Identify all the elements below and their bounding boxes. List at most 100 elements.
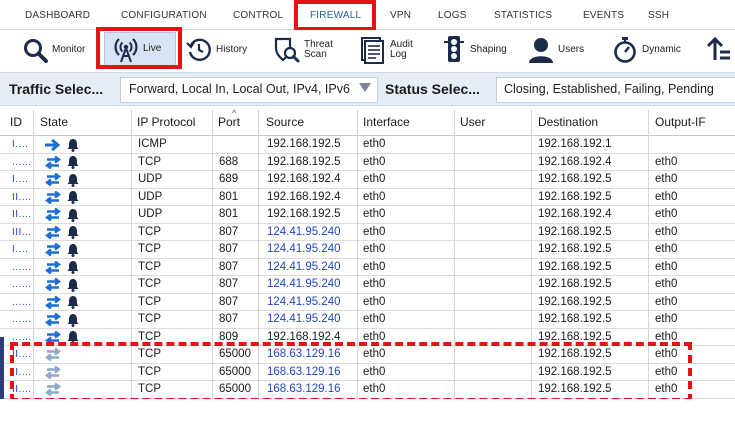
cell-destination: 192.168.192.5 <box>538 190 612 203</box>
cell-id[interactable]: ...... <box>12 260 32 275</box>
table-row[interactable]: ...... TCP 807 124.41.95.240 eth0 192.168.192… <box>0 276 735 294</box>
traffic-selector-value: Forward, Local In, Local Out, IPv4, IPv6 <box>129 82 350 96</box>
cell-source: 192.168.192.5 <box>267 208 341 220</box>
cell-id[interactable]: ...... <box>12 155 32 170</box>
tab-events[interactable]: EVENTS <box>583 0 624 30</box>
table-row[interactable]: ...... TCP 807 124.41.95.240 eth0 192.168.192… <box>0 294 735 311</box>
threat-scan-button[interactable]: Threat Scan <box>272 30 338 70</box>
cell-destination: 192.168.192.5 <box>538 295 612 308</box>
cell-source[interactable]: 124.41.95.240 <box>267 260 341 275</box>
cell-interface: eth0 <box>363 295 386 308</box>
col-header-user[interactable]: User <box>460 115 485 129</box>
monitor-button[interactable]: Monitor <box>22 30 85 70</box>
cell-port: 688 <box>219 155 239 168</box>
cell-output-if: eth0 <box>655 278 678 290</box>
cell-id[interactable]: II.... <box>12 190 32 205</box>
table-row[interactable]: I.... UDP 689 192.168.192.4 eth0 192.168.192.… <box>0 171 735 189</box>
cell-id[interactable]: I.... <box>12 137 28 152</box>
table-row[interactable]: ...... TCP 688 192.168.192.5 eth0 192.168.192… <box>0 154 735 171</box>
col-header-output-if[interactable]: Output-IF <box>655 115 706 129</box>
history-button[interactable]: History <box>186 30 247 70</box>
cell-state <box>44 172 79 187</box>
cell-id[interactable]: I.... <box>12 242 28 257</box>
cell-protocol: TCP <box>138 313 161 325</box>
col-header-source[interactable]: Source <box>266 115 304 129</box>
table-row[interactable]: ...... TCP 807 124.41.95.240 eth0 192.168.192… <box>0 311 735 329</box>
cell-state <box>44 137 79 152</box>
cell-protocol: UDP <box>138 173 163 185</box>
cell-id[interactable]: ...... <box>12 312 32 327</box>
more-tools-button[interactable] <box>704 30 732 70</box>
cell-id[interactable]: II.... <box>12 207 32 222</box>
cell-state <box>44 295 79 310</box>
cell-destination: 192.168.192.1 <box>538 138 612 150</box>
table-row[interactable]: I.... ICMP 192.168.192.5 eth0 192.168.192.1 <box>0 136 735 154</box>
cell-source[interactable]: 124.41.95.240 <box>267 312 341 327</box>
col-header-port[interactable]: Port <box>218 115 240 129</box>
dynamic-button[interactable]: Dynamic <box>612 30 681 70</box>
cell-id[interactable]: I.... <box>12 172 28 187</box>
cell-port: 689 <box>219 173 239 185</box>
tab-configuration[interactable]: CONFIGURATION <box>121 0 207 30</box>
cell-protocol: TCP <box>138 225 161 238</box>
cell-port: 801 <box>219 208 239 220</box>
bidirectional-arrow-icon <box>45 260 61 274</box>
shaping-button[interactable]: Shaping <box>442 30 507 70</box>
selection-edge-marker <box>0 337 4 399</box>
cell-source[interactable]: 124.41.95.240 <box>267 295 341 310</box>
cell-interface: eth0 <box>363 208 386 220</box>
cell-state <box>44 207 79 222</box>
traffic-selector-title: Traffic Selec... <box>9 81 104 97</box>
cell-destination: 192.168.192.5 <box>538 278 612 290</box>
status-selector-title: Status Selec... <box>385 81 480 97</box>
cell-source[interactable]: 124.41.95.240 <box>267 242 341 257</box>
tab-logs[interactable]: LOGS <box>438 0 467 30</box>
cell-interface: eth0 <box>363 155 386 168</box>
cell-source: 192.168.192.4 <box>267 190 341 203</box>
col-header-interface[interactable]: Interface <box>363 115 410 129</box>
cell-port: 801 <box>219 190 239 203</box>
table-row[interactable]: I.... TCP 807 124.41.95.240 eth0 192.168.192.… <box>0 241 735 259</box>
table-row[interactable]: ...... TCP 807 124.41.95.240 eth0 192.168.192… <box>0 259 735 276</box>
cell-id[interactable]: III... <box>12 225 32 240</box>
cell-id[interactable]: ...... <box>12 295 32 310</box>
status-selector-value: Closing, Established, Failing, Pending <box>504 82 714 96</box>
threat-scan-label: Threat Scan <box>304 39 333 60</box>
bidirectional-arrow-icon <box>45 173 61 186</box>
users-button[interactable]: Users <box>528 30 584 70</box>
chevron-down-icon[interactable] <box>359 83 371 92</box>
shield-scan-icon <box>274 37 300 63</box>
col-header-state[interactable]: State <box>40 115 68 129</box>
bell-icon <box>67 208 79 222</box>
cell-source[interactable]: 124.41.95.240 <box>267 277 341 292</box>
cell-output-if: eth0 <box>655 260 678 273</box>
tab-statistics[interactable]: STATISTICS <box>494 0 552 30</box>
table-row[interactable]: III... TCP 807 124.41.95.240 eth0 192.168.192… <box>0 224 735 241</box>
audit-log-button[interactable]: Audit Log <box>358 30 424 70</box>
cell-source[interactable]: 124.41.95.240 <box>267 225 341 240</box>
col-header-id[interactable]: ID <box>10 115 22 129</box>
cell-protocol: TCP <box>138 260 161 273</box>
bell-icon <box>67 173 79 187</box>
cell-destination: 192.168.192.5 <box>538 243 612 255</box>
history-clock-icon <box>186 38 211 61</box>
cell-output-if: eth0 <box>655 155 678 168</box>
cell-interface: eth0 <box>363 243 386 255</box>
tab-vpn[interactable]: VPN <box>390 0 411 30</box>
tab-ssh[interactable]: SSH <box>648 0 669 30</box>
cell-destination: 192.168.192.4 <box>538 208 612 220</box>
cell-state <box>44 277 79 292</box>
cell-state <box>44 312 79 327</box>
tab-control[interactable]: CONTROL <box>233 0 283 30</box>
cell-output-if: eth0 <box>655 173 678 185</box>
col-header-ip-protocol[interactable]: IP Protocol <box>137 115 195 129</box>
col-header-destination[interactable]: Destination <box>538 115 598 129</box>
table-row[interactable]: II.... UDP 801 192.168.192.5 eth0 192.168.192… <box>0 206 735 224</box>
tab-dashboard[interactable]: DASHBOARD <box>25 0 90 30</box>
bidirectional-arrow-icon <box>45 278 61 291</box>
bell-icon <box>67 191 79 204</box>
toolbar: Monitor Live History Threat Scan Audit L… <box>0 27 735 70</box>
bidirectional-arrow-icon <box>45 190 61 204</box>
table-row[interactable]: II.... UDP 801 192.168.192.4 eth0 192.168.192… <box>0 189 735 206</box>
cell-id[interactable]: ...... <box>12 277 32 292</box>
